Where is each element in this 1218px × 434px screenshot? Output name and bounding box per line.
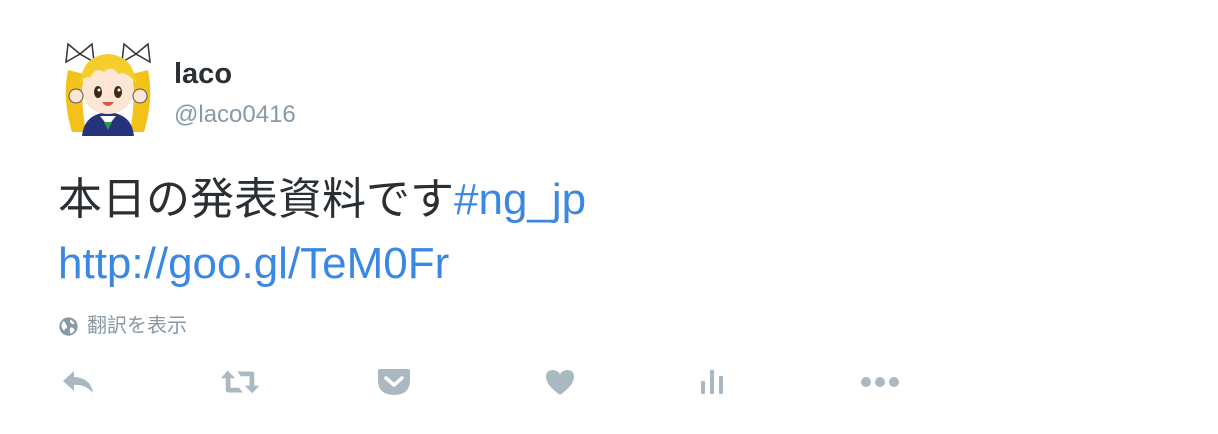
- reply-icon: [63, 371, 93, 393]
- heart-icon: [546, 370, 574, 395]
- tweet-card: laco @laco0416 本日の発表資料です#ng_jp http://go…: [0, 0, 1218, 434]
- user-handle[interactable]: @laco0416: [174, 100, 296, 130]
- pocket-button[interactable]: [374, 362, 414, 402]
- translate-link[interactable]: 翻訳を表示: [58, 312, 187, 340]
- globe-icon: [59, 316, 78, 336]
- avatar[interactable]: [60, 40, 156, 136]
- more-icon: [861, 377, 899, 387]
- retweet-button[interactable]: [220, 362, 260, 402]
- avatar-image: [60, 40, 156, 136]
- more-button[interactable]: [860, 362, 900, 402]
- tweet-text-line-2: http://goo.gl/TeM0Fr: [58, 232, 1158, 296]
- url-link[interactable]: http://goo.gl/TeM0Fr: [58, 239, 449, 288]
- retweet-icon: [220, 370, 260, 394]
- tweet-text: 本日の発表資料です#ng_jp http://goo.gl/TeM0Fr: [58, 168, 1158, 296]
- like-button[interactable]: [540, 362, 580, 402]
- hashtag-link[interactable]: #ng_jp: [454, 175, 586, 224]
- action-bar: [0, 362, 1218, 402]
- tweet-text-line-1: 本日の発表資料です#ng_jp: [58, 168, 1158, 232]
- tweet-body: 本日の発表資料です: [58, 175, 454, 224]
- reply-button[interactable]: [58, 362, 98, 402]
- translate-label: 翻訳を表示: [87, 315, 187, 337]
- pocket-icon: [378, 369, 410, 395]
- analytics-button[interactable]: [692, 362, 732, 402]
- user-name[interactable]: laco: [174, 56, 232, 92]
- bar-chart-icon: [701, 370, 723, 394]
